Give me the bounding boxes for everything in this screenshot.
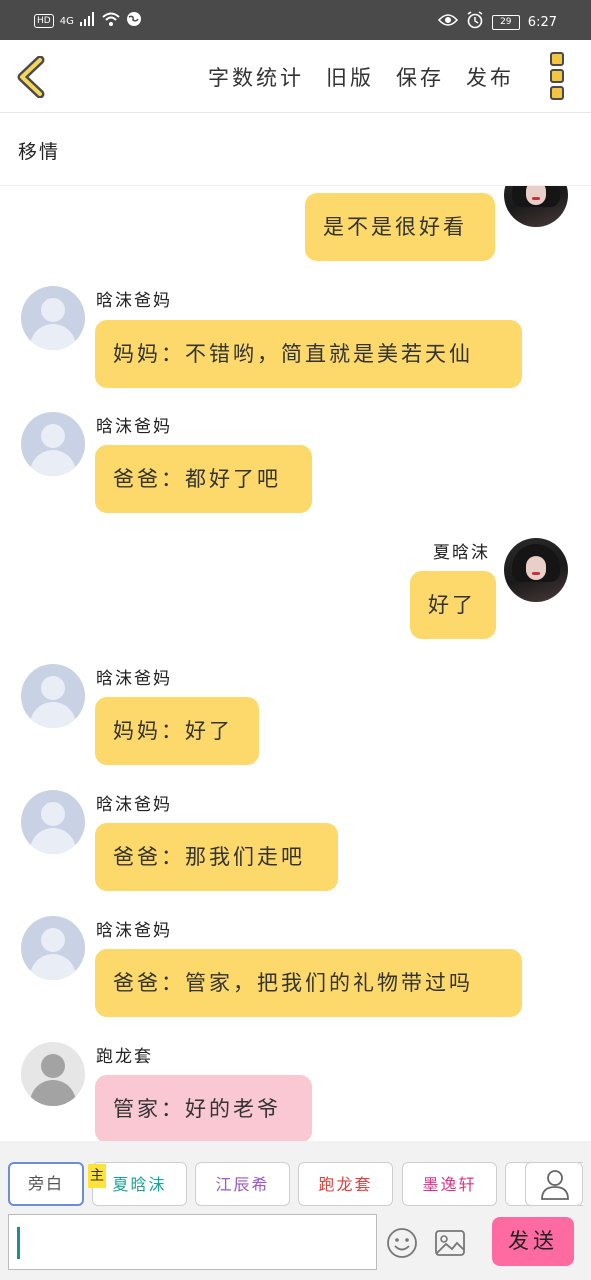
message-bubble[interactable]: 爸爸：管家，把我们的礼物带过吗 xyxy=(95,949,522,1017)
avatar-xia-hanmo[interactable] xyxy=(504,186,568,227)
sender-name: 晗沫爸妈 xyxy=(96,795,172,815)
image-button[interactable] xyxy=(434,1227,468,1261)
sender-name: 晗沫爸妈 xyxy=(96,669,172,689)
person-icon xyxy=(541,1170,569,1200)
add-character-button[interactable] xyxy=(525,1162,583,1206)
message-input[interactable] xyxy=(8,1214,377,1270)
sender-name: 夏晗沫 xyxy=(433,543,490,563)
back-button[interactable] xyxy=(14,55,48,99)
role-mo-yixuan[interactable]: 墨逸轩 xyxy=(402,1162,497,1206)
role-xia-hanmo[interactable]: 夏晗沫 xyxy=(92,1162,187,1206)
save-button[interactable]: 保存 xyxy=(396,62,444,92)
globe-icon xyxy=(126,11,142,31)
emoji-button[interactable] xyxy=(386,1227,420,1261)
role-narrator[interactable]: 旁白 xyxy=(8,1162,84,1206)
role-extra[interactable]: 跑龙套 xyxy=(298,1162,393,1206)
chevron-left-icon xyxy=(17,55,45,99)
status-bar: HD 4G 29 6:27 xyxy=(0,0,591,40)
sender-name: 晗沫爸妈 xyxy=(96,291,172,311)
avatar-default[interactable] xyxy=(21,664,85,728)
old-version-button[interactable]: 旧版 xyxy=(326,62,374,92)
message-bubble[interactable]: 妈妈：好了 xyxy=(95,697,259,765)
chat-area[interactable]: 是不是很好看 晗沫爸妈 妈妈：不错哟，简直就是美若天仙 晗沫爸妈 爸爸：都好了吧… xyxy=(0,186,591,1141)
chapter-header[interactable]: 移情 xyxy=(0,113,591,186)
smiley-icon xyxy=(387,1228,417,1258)
avatar-default[interactable] xyxy=(21,286,85,350)
send-button[interactable]: 发送 xyxy=(492,1217,574,1266)
avatar-default[interactable] xyxy=(21,916,85,980)
message-bubble[interactable]: 爸爸：那我们走吧 xyxy=(95,823,338,891)
role-jiang-chenxi[interactable]: 江辰希 xyxy=(195,1162,290,1206)
alarm-icon xyxy=(466,11,484,33)
hd-indicator: HD xyxy=(34,14,54,28)
publish-button[interactable]: 发布 xyxy=(466,62,514,92)
text-caret xyxy=(17,1227,20,1259)
main-character-badge: 主 xyxy=(88,1164,106,1188)
avatar-xia-hanmo[interactable] xyxy=(504,538,568,602)
wifi-icon xyxy=(102,12,120,30)
clock-time: 6:27 xyxy=(527,14,557,30)
image-icon xyxy=(435,1230,465,1256)
top-toolbar: 字数统计 旧版 保存 发布 xyxy=(0,40,591,113)
more-menu-icon[interactable] xyxy=(550,52,566,100)
message-bubble[interactable]: 管家：好的老爷 xyxy=(95,1075,312,1141)
compose-panel: 旁白 夏晗沫 江辰希 跑龙套 墨逸轩 主 发送 xyxy=(0,1141,591,1280)
eye-icon xyxy=(437,13,458,31)
sender-name: 跑龙套 xyxy=(96,1047,153,1067)
network-indicator: 4G xyxy=(59,15,74,27)
battery-icon: 29 xyxy=(491,14,520,30)
word-count-button[interactable]: 字数统计 xyxy=(208,62,304,92)
sender-name: 晗沫爸妈 xyxy=(96,417,172,437)
message-bubble[interactable]: 好了 xyxy=(410,571,496,639)
signal-icon xyxy=(79,12,96,30)
avatar-default[interactable] xyxy=(21,412,85,476)
sender-name: 晗沫爸妈 xyxy=(96,921,172,941)
chapter-title: 移情 xyxy=(18,141,61,163)
avatar-default[interactable] xyxy=(21,1042,85,1106)
message-bubble[interactable]: 是不是很好看 xyxy=(305,193,495,261)
message-bubble[interactable]: 妈妈：不错哟，简直就是美若天仙 xyxy=(95,320,522,388)
avatar-default[interactable] xyxy=(21,790,85,854)
message-bubble[interactable]: 爸爸：都好了吧 xyxy=(95,445,312,513)
